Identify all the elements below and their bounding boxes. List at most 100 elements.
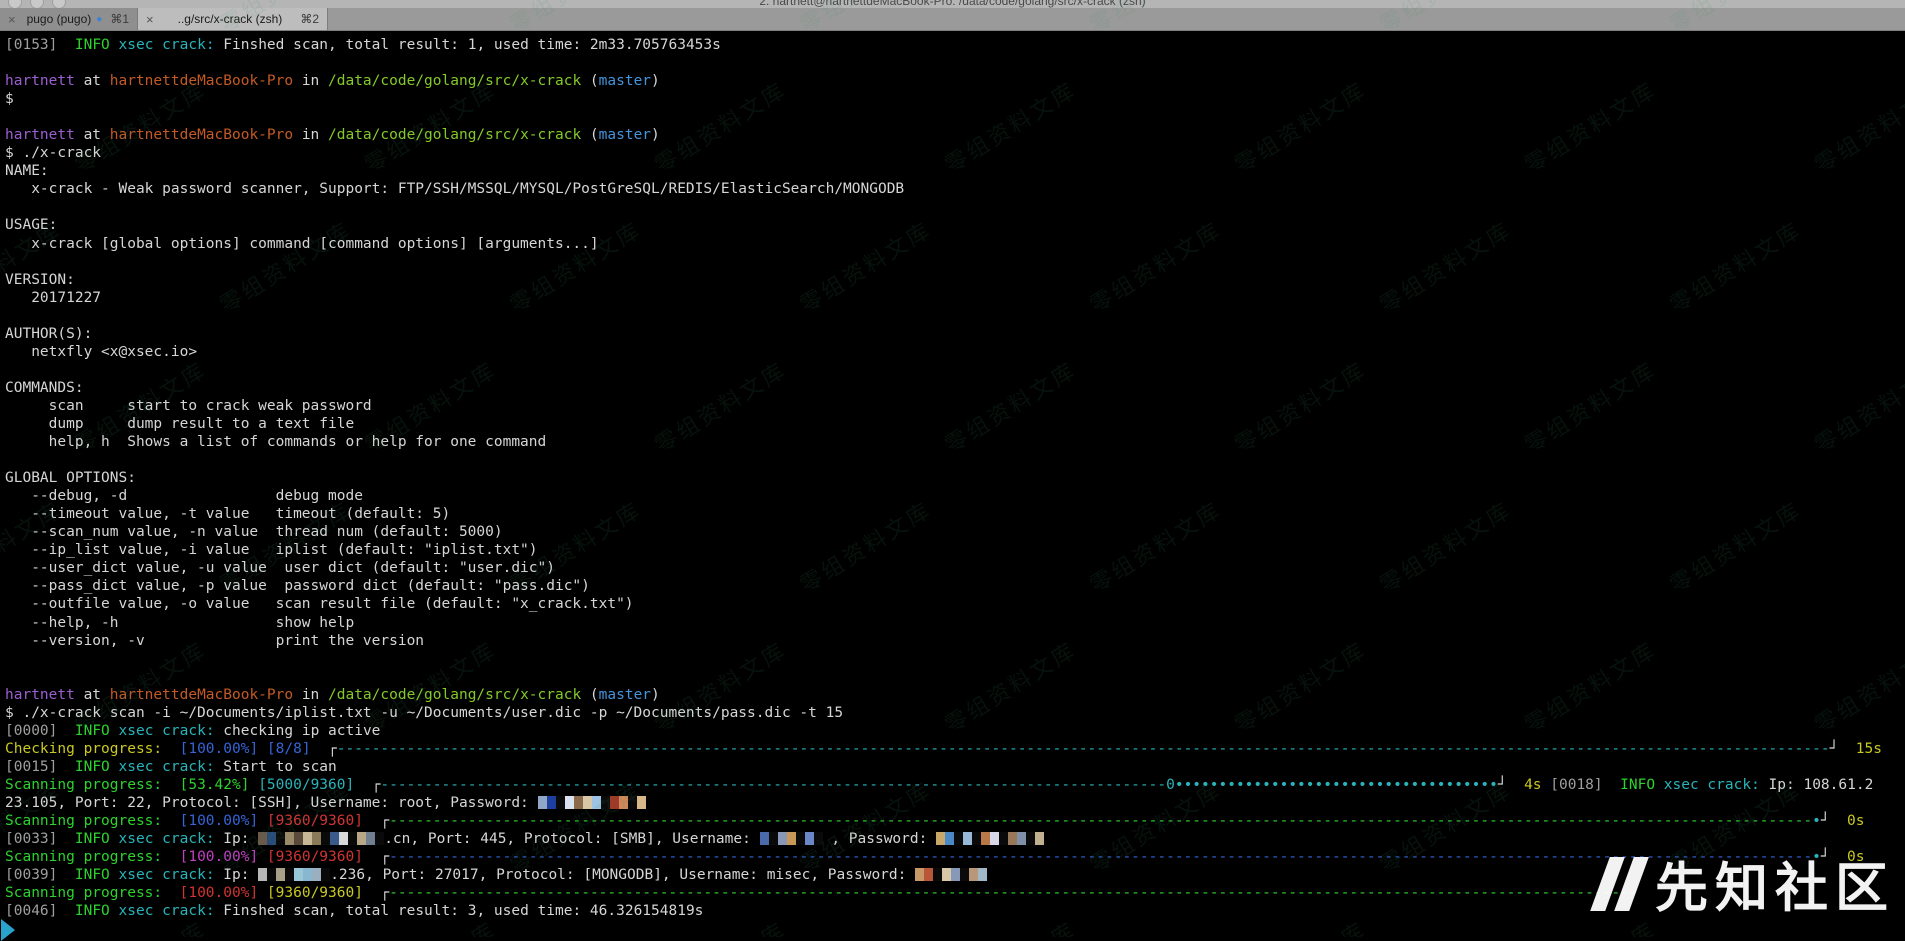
terminal-text-segment: checking ip active [215,723,381,739]
mosaic-cell [796,832,805,845]
mosaic-cell [1008,832,1017,845]
terminal-text-segment: hartnettdeMacBook-Pro [110,127,293,143]
mosaic-cell [375,832,384,845]
mosaic-cell [999,832,1008,845]
terminal-text-segment: master [599,127,651,143]
terminal-text-segment: 0 [1166,777,1175,793]
terminal-line: [0039] INFO xsec crack: Ip: .236, Port: … [5,866,1905,884]
terminal-line: hartnett at hartnettdeMacBook-Pro in /da… [5,72,1905,90]
terminal-text-segment: in [293,73,328,89]
terminal-text-segment [57,759,74,775]
terminal-text-segment: x-crack - Weak password scanner, Support… [5,181,904,197]
terminal-text-segment: [100.00%] [180,885,259,901]
tab-label: pugo (pugo) [26,12,93,26]
terminal-text-segment: 23.105, Port: 22, Protocol: [SSH], Usern… [5,795,538,811]
mosaic-cell [574,796,583,809]
terminal-text-segment: /data/code/golang/src/x-crack [328,687,581,703]
terminal-text-segment: INFO [75,37,110,53]
terminal-text-segment [110,867,119,883]
censored-text-mosaic [538,796,646,809]
terminal-text-segment [110,903,119,919]
terminal-text-segment: Scanning progress: [5,849,162,865]
terminal-text-segment: [9360/9360] [267,849,363,865]
terminal-line: x-crack - Weak password scanner, Support… [5,180,1905,198]
terminal-line: --user_dict value, -u value user dict (d… [5,559,1905,577]
terminal-text-segment: INFO [75,867,110,883]
terminal-text-segment: ┌ [380,849,389,865]
terminal-text-segment: 0s [1847,849,1864,865]
terminal-text-segment [258,813,267,829]
terminal-line [5,54,1905,72]
mosaic-cell [628,796,637,809]
terminal-text-segment [110,831,119,847]
terminal-line: scan start to crack weak password [5,397,1905,415]
terminal-line: [0046] INFO xsec crack: Finshed scan, to… [5,902,1905,920]
mosaic-cell [610,796,619,809]
prompt-arrow-icon [1,919,15,941]
tab-label: ..g/src/x-crack (zsh) [164,12,297,26]
terminal-text-segment: xsec crack: [119,867,215,883]
mosaic-cell [805,832,814,845]
terminal-text-segment: • [1812,813,1821,829]
iterm-window: { "window": { "title": "2. hartnett@hart… [0,0,1905,937]
terminal-text-segment: netxfly <x@xsec.io> [5,344,197,360]
terminal-text-segment: [53.42%] [180,777,250,793]
mosaic-cell [312,868,321,881]
mosaic-cell [933,868,942,881]
mosaic-cell [267,832,276,845]
terminal-text-segment: Start to scan [215,759,337,775]
mosaic-cell [592,796,601,809]
terminal-line: netxfly <x@xsec.io> [5,343,1905,361]
terminal-text-segment [162,885,179,901]
terminal-text-segment: help, h Shows a list of commands or help… [5,434,546,450]
window-title: 2. hartnett@hartnettdeMacBook-Pro: /data… [0,0,1905,8]
terminal-text-segment: ) [651,687,660,703]
mosaic-cell [951,868,960,881]
terminal-text-segment: ┘ [1498,777,1507,793]
terminal-text-segment: in [293,127,328,143]
mosaic-cell [972,832,981,845]
terminal-text-segment: ┌ [328,741,337,757]
terminal-text-segment [57,37,74,53]
close-tab-icon[interactable]: × [146,12,154,27]
mosaic-cell [267,868,276,881]
terminal-text-segment: GLOBAL OPTIONS: [5,470,136,486]
terminal-text-segment: hartnettdeMacBook-Pro [110,73,293,89]
mosaic-cell [538,796,547,809]
terminal-text-segment [57,723,74,739]
terminal-text-segment: --pass_dict value, -p value password dic… [5,578,590,594]
terminal-line: Scanning progress: [100.00%] [9360/9360]… [5,848,1905,866]
terminal-text-segment: ( [581,127,598,143]
terminal-text-segment: at [75,687,110,703]
terminal-line: x-crack [global options] command [comman… [5,235,1905,253]
mosaic-cell [321,868,330,881]
terminal-text-segment [311,741,328,757]
terminal-text-segment: xsec crack: [119,37,215,53]
censored-text-mosaic [915,868,987,881]
close-tab-icon[interactable]: × [8,12,16,27]
terminal-text-segment: INFO [1620,777,1655,793]
mosaic-cell [1017,832,1026,845]
terminal-line: [0000] INFO xsec crack: checking ip acti… [5,722,1905,740]
terminal-text-segment: VERSION: [5,272,75,288]
terminal-text-segment [258,849,267,865]
terminal-line: --ip_list value, -i value iplist (defaul… [5,541,1905,559]
tab-x-crack[interactable]: × ..g/src/x-crack (zsh) ⌘2 [138,8,328,30]
terminal-text-segment [363,885,380,901]
terminal-text-segment: [100.00%] [180,741,259,757]
terminal-text-segment: Scanning progress: [5,885,162,901]
mosaic-cell [258,832,267,845]
terminal-text-segment: master [599,73,651,89]
terminal-text-segment: --ip_list value, -i value iplist (defaul… [5,542,538,558]
mosaic-cell [1026,832,1035,845]
mosaic-cell [778,832,787,845]
tab-pugo[interactable]: × pugo (pugo) ● ⌘1 [0,8,138,30]
terminal-text-segment: xsec crack: [119,759,215,775]
window-title-bar: 2. hartnett@hartnettdeMacBook-Pro: /data… [0,0,1905,8]
terminal-text-segment [110,759,119,775]
terminal-text-segment: hartnettdeMacBook-Pro [110,687,293,703]
mosaic-cell [366,832,375,845]
terminal-line: GLOBAL OPTIONS: [5,469,1905,487]
terminal-body[interactable]: [0153] INFO xsec crack: Finshed scan, to… [0,30,1905,937]
terminal-line [5,668,1905,686]
